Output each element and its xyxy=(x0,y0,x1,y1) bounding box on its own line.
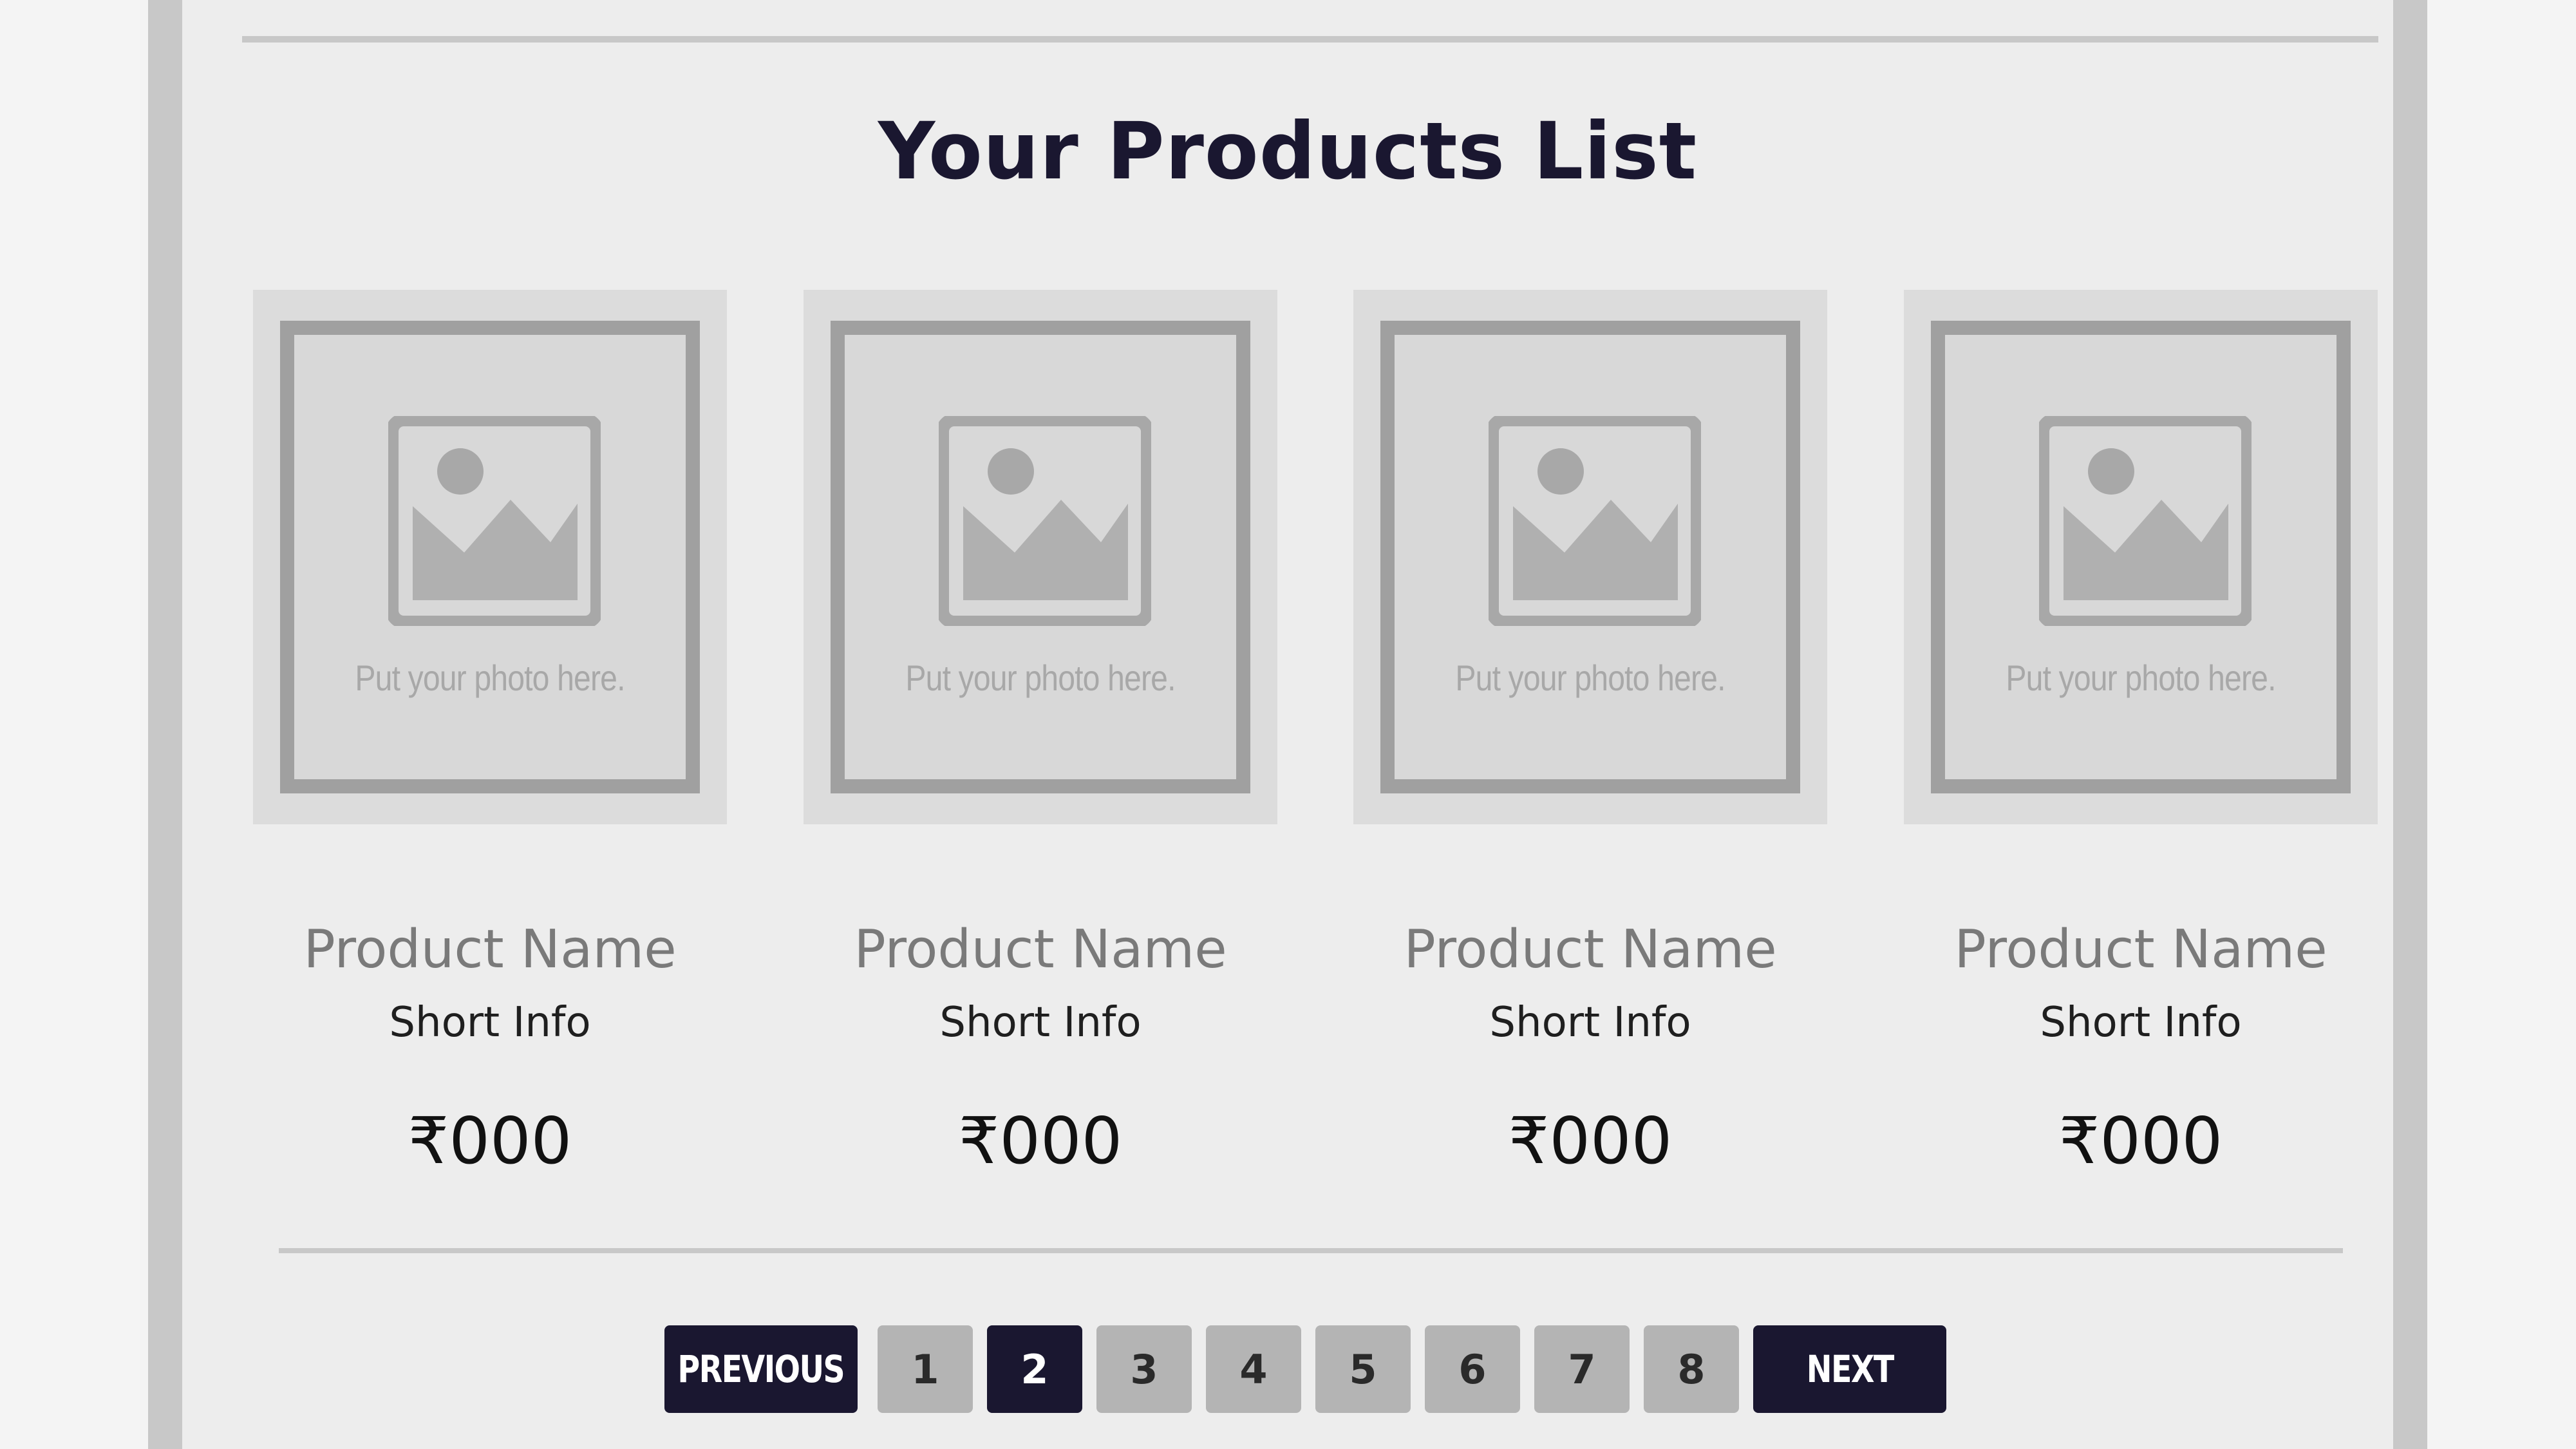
product-price: ₹000 xyxy=(1508,1103,1673,1179)
photo-frame: Put your photo here. xyxy=(831,321,1250,793)
photo-frame: Put your photo here. xyxy=(1380,321,1800,793)
product-name[interactable]: Product Name xyxy=(1878,918,2403,982)
page-button-4[interactable]: 4 xyxy=(1206,1325,1301,1413)
product-price: ₹000 xyxy=(958,1103,1123,1179)
products-panel: Your Products List Put your photo here. … xyxy=(182,0,2393,1449)
photo-placeholder-text: Put your photo here. xyxy=(355,658,625,698)
page-button-7[interactable]: 7 xyxy=(1534,1325,1630,1413)
image-placeholder-icon xyxy=(939,416,1151,626)
photo-placeholder-text: Put your photo here. xyxy=(2006,658,2276,698)
product-short-info: Short Info xyxy=(1489,999,1691,1046)
product-card[interactable]: Put your photo here. Product Name Short … xyxy=(253,290,727,1204)
photo-frame: Put your photo here. xyxy=(280,321,700,793)
product-name[interactable]: Product Name xyxy=(1328,918,1853,982)
previous-button[interactable]: PREVIOUS xyxy=(664,1325,858,1413)
product-price: ₹000 xyxy=(408,1103,572,1179)
image-placeholder-icon xyxy=(1489,416,1701,626)
page-button-8[interactable]: 8 xyxy=(1644,1325,1739,1413)
product-photo[interactable]: Put your photo here. xyxy=(804,290,1277,824)
page-title: Your Products List xyxy=(878,106,1698,197)
product-short-info: Short Info xyxy=(2040,999,2242,1046)
product-short-info: Short Info xyxy=(389,999,591,1046)
product-price: ₹000 xyxy=(2058,1103,2223,1179)
product-name[interactable]: Product Name xyxy=(227,918,753,982)
next-button[interactable]: NEXT xyxy=(1753,1325,1946,1413)
product-card[interactable]: Put your photo here. Product Name Short … xyxy=(1353,290,1827,1204)
product-short-info: Short Info xyxy=(939,999,1142,1046)
photo-frame: Put your photo here. xyxy=(1931,321,2351,793)
photo-placeholder-text: Put your photo here. xyxy=(905,658,1176,698)
page-button-6[interactable]: 6 xyxy=(1425,1325,1520,1413)
page-button-1[interactable]: 1 xyxy=(878,1325,973,1413)
product-card[interactable]: Put your photo here. Product Name Short … xyxy=(1904,290,2378,1204)
product-grid: Put your photo here. Product Name Short … xyxy=(182,290,2393,1191)
product-photo[interactable]: Put your photo here. xyxy=(1904,290,2378,824)
photo-placeholder-text: Put your photo here. xyxy=(1455,658,1725,698)
image-placeholder-icon xyxy=(388,416,601,626)
page-button-2-current[interactable]: 2 xyxy=(987,1325,1082,1413)
product-card[interactable]: Put your photo here. Product Name Short … xyxy=(804,290,1277,1204)
page-button-3[interactable]: 3 xyxy=(1096,1325,1192,1413)
top-divider xyxy=(242,36,2378,43)
bottom-divider xyxy=(279,1248,2343,1253)
product-name[interactable]: Product Name xyxy=(778,918,1303,982)
pagination: PREVIOUS 1 2 3 4 5 6 7 8 NEXT xyxy=(182,1325,2393,1413)
product-photo[interactable]: Put your photo here. xyxy=(253,290,727,824)
page-button-5[interactable]: 5 xyxy=(1315,1325,1411,1413)
product-photo[interactable]: Put your photo here. xyxy=(1353,290,1827,824)
page-frame: Your Products List Put your photo here. … xyxy=(148,0,2427,1449)
image-placeholder-icon xyxy=(2039,416,2252,626)
